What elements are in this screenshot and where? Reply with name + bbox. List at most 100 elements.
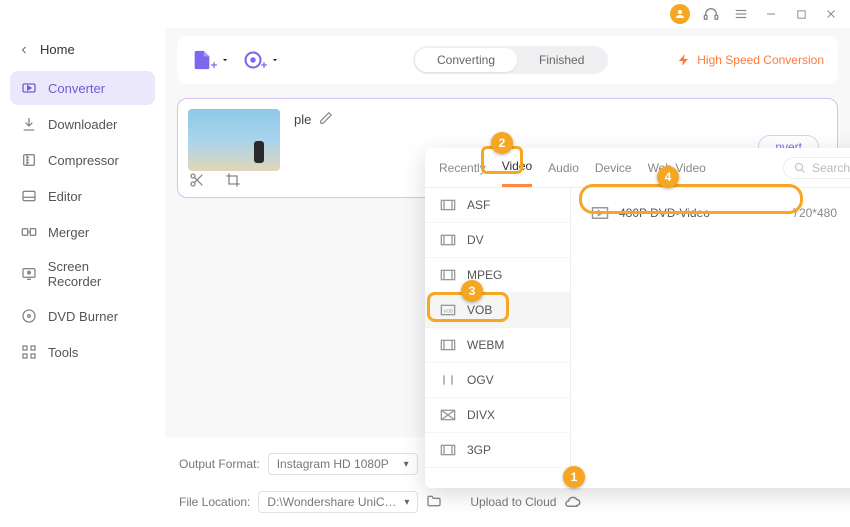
format-dropdown-panel: Recently Video Audio Device Web Video Se… <box>425 148 850 488</box>
dropdown-header: Recently Video Audio Device Web Video Se… <box>425 148 850 188</box>
film-icon <box>439 338 457 352</box>
vob-icon: VOB <box>439 303 457 317</box>
sidebar-label: Tools <box>48 345 78 360</box>
preset-resolution: 720*480 <box>792 206 837 220</box>
tab-audio[interactable]: Audio <box>548 148 579 187</box>
user-avatar[interactable] <box>670 4 690 24</box>
minimize-icon[interactable] <box>762 5 780 23</box>
output-format-label: Output Format: <box>179 457 260 471</box>
chevron-down-icon <box>221 56 229 64</box>
tab-video[interactable]: Video <box>502 148 532 187</box>
file-title: ple <box>294 112 311 127</box>
high-speed-conversion-button[interactable]: High Speed Conversion <box>677 53 824 67</box>
upload-cloud-label: Upload to Cloud <box>470 495 556 509</box>
tools-icon <box>20 343 38 361</box>
maximize-icon[interactable] <box>792 5 810 23</box>
film-icon <box>439 198 457 212</box>
downloader-icon <box>20 115 38 133</box>
format-item-mpeg[interactable]: MPEG <box>425 258 570 293</box>
sidebar-label: Editor <box>48 189 82 204</box>
search-placeholder: Search <box>812 161 850 175</box>
file-tools <box>188 171 242 189</box>
sidebar-label: DVD Burner <box>48 309 118 324</box>
converter-icon <box>20 79 38 97</box>
compressor-icon <box>20 151 38 169</box>
annotation-badge-4: 4 <box>657 166 679 188</box>
preset-name: 480P DVD-Video <box>619 206 710 220</box>
tab-finished[interactable]: Finished <box>517 48 606 72</box>
sidebar-label: Merger <box>48 225 89 240</box>
sidebar-label: Converter <box>48 81 105 96</box>
file-title-row: ple <box>294 109 333 128</box>
file-location-select[interactable]: D:\Wondershare UniConverter 1 ▾ <box>258 491 418 513</box>
format-item-dv[interactable]: DV <box>425 223 570 258</box>
merger-icon <box>20 223 38 241</box>
home-label: Home <box>40 42 75 57</box>
lightning-icon <box>677 53 691 67</box>
tab-recently[interactable]: Recently <box>439 148 486 187</box>
annotation-badge-2: 2 <box>491 132 513 154</box>
sidebar: Home Converter Downloader Compressor Edi… <box>0 28 165 527</box>
crop-button[interactable] <box>224 171 242 189</box>
video-thumbnail[interactable] <box>188 109 280 171</box>
chevron-down-icon <box>271 56 279 64</box>
sidebar-label: Screen Recorder <box>48 259 145 289</box>
content: Converting Finished High Speed Conversio… <box>165 28 850 527</box>
chevron-down-icon: ▾ <box>404 459 409 470</box>
titlebar <box>0 0 850 28</box>
output-format-value: Instagram HD 1080P <box>277 457 389 471</box>
sidebar-item-dvd-burner[interactable]: DVD Burner <box>10 299 155 333</box>
format-list: ASF DV MPEG VOBVOB WEBM OGV DIVX 3GP <box>425 188 571 488</box>
format-item-vob[interactable]: VOBVOB <box>425 293 570 328</box>
video-icon <box>591 206 609 220</box>
format-item-ogv[interactable]: OGV <box>425 363 570 398</box>
edit-title-button[interactable] <box>319 111 333 128</box>
format-item-webm[interactable]: WEBM <box>425 328 570 363</box>
format-item-divx[interactable]: DIVX <box>425 398 570 433</box>
sidebar-item-screen-recorder[interactable]: Screen Recorder <box>10 251 155 297</box>
hamburger-menu-icon[interactable] <box>732 5 750 23</box>
add-file-button[interactable] <box>191 49 229 71</box>
film-icon <box>439 443 457 457</box>
film-icon <box>439 373 457 387</box>
sidebar-label: Compressor <box>48 153 119 168</box>
preset-480p-dvd[interactable]: 480P DVD-Video 720*480 <box>581 198 850 228</box>
high-speed-label: High Speed Conversion <box>697 53 824 67</box>
film-icon <box>439 408 457 422</box>
sidebar-item-downloader[interactable]: Downloader <box>10 107 155 141</box>
annotation-badge-1: 1 <box>563 466 585 488</box>
sidebar-item-compressor[interactable]: Compressor <box>10 143 155 177</box>
editor-icon <box>20 187 38 205</box>
film-icon <box>439 268 457 282</box>
file-location-value: D:\Wondershare UniConverter 1 <box>267 495 397 509</box>
chevron-down-icon: ▾ <box>404 497 409 508</box>
add-dvd-button[interactable] <box>243 50 279 70</box>
chevron-left-icon <box>18 44 30 56</box>
tab-converting[interactable]: Converting <box>415 48 517 72</box>
sidebar-item-converter[interactable]: Converter <box>10 71 155 105</box>
headset-icon[interactable] <box>702 5 720 23</box>
file-location-label: File Location: <box>179 495 250 509</box>
output-format-select[interactable]: Instagram HD 1080P ▾ <box>268 453 418 475</box>
trim-button[interactable] <box>188 171 206 189</box>
status-segmented: Converting Finished <box>413 46 608 74</box>
format-search-input[interactable]: Search <box>783 157 850 179</box>
sidebar-item-editor[interactable]: Editor <box>10 179 155 213</box>
sidebar-label: Downloader <box>48 117 117 132</box>
home-back-button[interactable]: Home <box>10 36 155 63</box>
sidebar-item-tools[interactable]: Tools <box>10 335 155 369</box>
dvd-burner-icon <box>20 307 38 325</box>
topbar: Converting Finished High Speed Conversio… <box>177 36 838 84</box>
svg-text:VOB: VOB <box>443 309 453 314</box>
film-icon <box>439 233 457 247</box>
format-item-3gp[interactable]: 3GP <box>425 433 570 468</box>
format-item-asf[interactable]: ASF <box>425 188 570 223</box>
annotation-badge-3: 3 <box>461 280 483 302</box>
tab-device[interactable]: Device <box>595 148 632 187</box>
preset-area: 480P DVD-Video 720*480 <box>571 188 850 488</box>
open-folder-button[interactable] <box>426 493 442 512</box>
search-icon <box>794 162 806 174</box>
sidebar-item-merger[interactable]: Merger <box>10 215 155 249</box>
upload-cloud-button[interactable] <box>564 492 582 513</box>
close-icon[interactable] <box>822 5 840 23</box>
